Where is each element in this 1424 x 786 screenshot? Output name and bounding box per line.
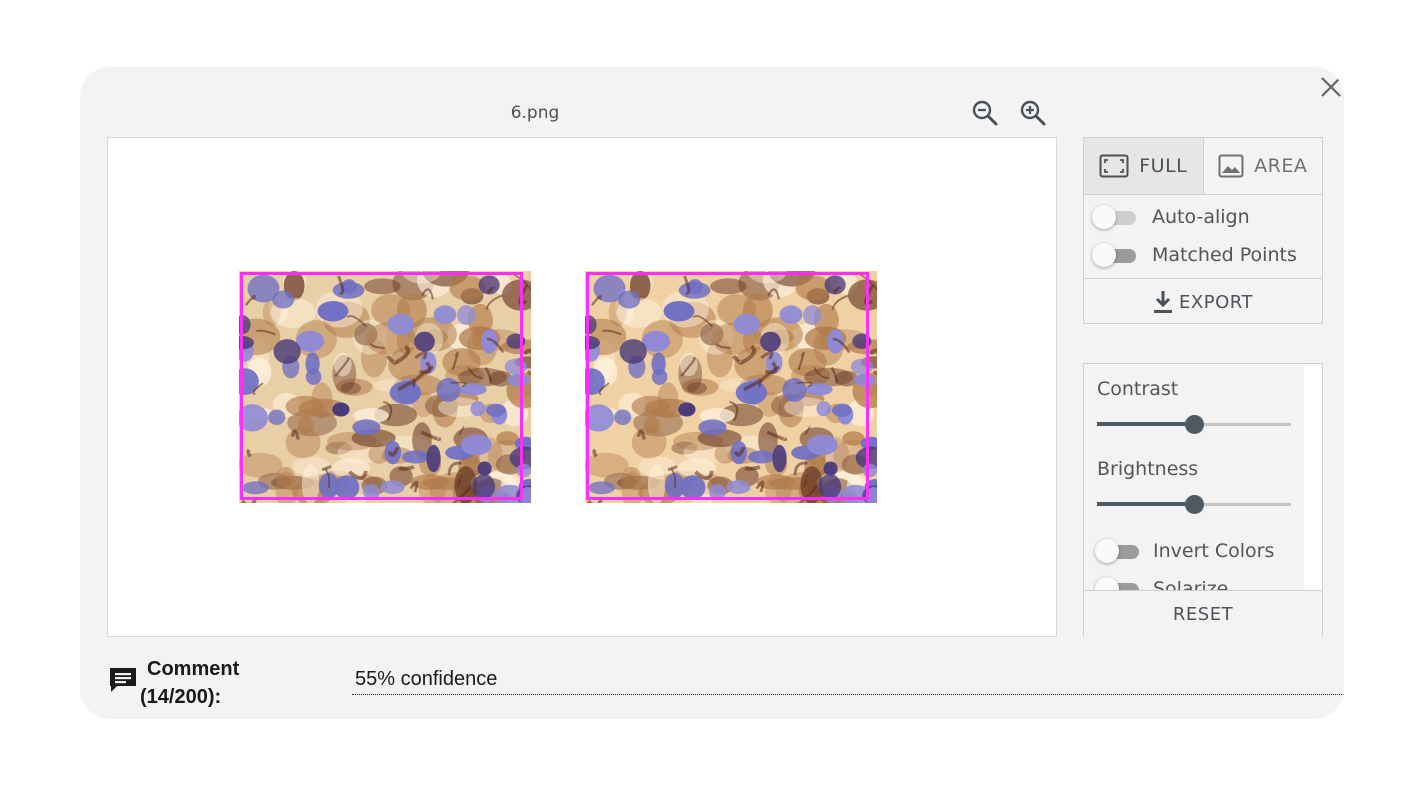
comment-input[interactable] — [352, 665, 1344, 695]
contrast-slider[interactable] — [1097, 414, 1291, 434]
left-image — [239, 271, 531, 503]
image-compare-dialog: 6.png FULL AREA Auto-align Matched Point… — [80, 67, 1344, 719]
comment-label-count: (14/200): — [140, 686, 222, 708]
close-icon — [1321, 77, 1341, 97]
tab-full[interactable]: FULL — [1084, 138, 1204, 194]
matched-points-toggle[interactable] — [1092, 243, 1136, 267]
view-mode-panel: FULL AREA Auto-align Matched Points EXPO… — [1083, 137, 1323, 324]
contrast-slider-handle[interactable] — [1185, 415, 1204, 434]
solarize-row: Solarize — [1095, 577, 1229, 590]
zoom-in-button[interactable] — [1019, 99, 1047, 127]
auto-align-label: Auto-align — [1152, 206, 1250, 228]
download-icon — [1154, 291, 1173, 313]
matched-points-row: Matched Points — [1084, 236, 1322, 274]
export-button[interactable]: EXPORT — [1084, 278, 1322, 325]
solarize-label: Solarize — [1153, 578, 1229, 590]
brightness-slider[interactable] — [1097, 494, 1291, 514]
matched-points-label: Matched Points — [1152, 244, 1297, 266]
comment-icon — [110, 668, 136, 692]
solarize-toggle[interactable] — [1095, 577, 1139, 590]
image-canvas[interactable] — [107, 137, 1057, 637]
adjustments-scroll-area[interactable]: Contrast Brightness Invert Colors Solari… — [1084, 364, 1304, 590]
comment-label: Comment (14/200): — [140, 655, 239, 711]
tab-full-label: FULL — [1139, 155, 1188, 177]
brightness-label: Brightness — [1097, 458, 1199, 480]
export-label: EXPORT — [1179, 291, 1253, 313]
right-image — [585, 271, 877, 503]
match-highlight-right — [586, 272, 869, 500]
invert-colors-label: Invert Colors — [1153, 540, 1275, 562]
auto-align-row: Auto-align — [1084, 198, 1322, 236]
image-title: 6.png — [510, 103, 560, 123]
zoom-out-icon — [972, 100, 998, 126]
mode-tabs: FULL AREA — [1084, 138, 1322, 195]
contrast-label: Contrast — [1097, 378, 1179, 400]
brightness-slider-handle[interactable] — [1185, 495, 1204, 514]
tab-area-label: AREA — [1254, 155, 1308, 177]
invert-colors-toggle[interactable] — [1095, 539, 1139, 563]
fit-screen-icon — [1099, 154, 1129, 178]
zoom-in-icon — [1020, 100, 1046, 126]
tab-area[interactable]: AREA — [1204, 138, 1323, 194]
match-highlight-left — [240, 272, 523, 500]
close-button[interactable] — [1317, 73, 1344, 101]
comment-label-title: Comment — [147, 658, 240, 680]
image-icon — [1218, 154, 1244, 178]
image-adjustments-panel: Contrast Brightness Invert Colors Solari… — [1083, 363, 1323, 637]
auto-align-toggle[interactable] — [1092, 205, 1136, 229]
reset-button[interactable]: RESET — [1084, 590, 1322, 637]
zoom-out-button[interactable] — [971, 99, 999, 127]
invert-colors-row: Invert Colors — [1095, 539, 1275, 563]
adjustments-scrollbar[interactable] — [1304, 364, 1322, 590]
